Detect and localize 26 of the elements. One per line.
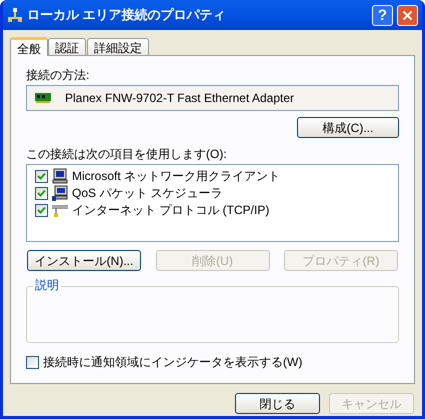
help-button[interactable]: ? — [372, 4, 393, 26]
close-icon — [402, 10, 413, 20]
network-icon — [7, 7, 23, 23]
close-button[interactable] — [397, 4, 418, 26]
window-title: ローカル エリア接続のプロパティ — [27, 6, 227, 24]
computer-icon — [52, 168, 68, 184]
checkbox[interactable] — [26, 356, 39, 368]
checkbox[interactable] — [35, 170, 48, 182]
dialog-button[interactable]: 閉じる — [235, 393, 320, 414]
checkbox[interactable] — [35, 204, 48, 216]
list-item[interactable]: インターネット プロトコル (TCP/IP) — [72, 201, 270, 219]
section-label: 接続の方法: — [26, 68, 90, 82]
tab[interactable]: 詳細設定 — [87, 38, 149, 55]
tab[interactable]: 認証 — [48, 38, 86, 55]
adapter-name: Planex FNW-9702-T Fast Ethernet Adapter — [65, 90, 294, 107]
checkbox-label: 接続時に通知領域にインジケータを表示する(W) — [43, 354, 302, 371]
list-item[interactable]: Microsoft ネットワーク用クライアント — [72, 167, 280, 185]
tab[interactable]: 全般 — [10, 37, 48, 56]
group-title: 説明 — [33, 278, 61, 292]
configure-button[interactable]: 構成(C)... — [297, 117, 399, 138]
checkbox[interactable] — [35, 186, 48, 200]
computer-icon — [52, 185, 68, 201]
network-card-icon — [35, 92, 51, 104]
list-item[interactable]: QoS パケット スケジューラ — [72, 184, 223, 202]
action-button[interactable]: インストール(N)... — [27, 250, 141, 271]
section-label: この接続は次の項目を使用します(O): — [26, 147, 228, 161]
